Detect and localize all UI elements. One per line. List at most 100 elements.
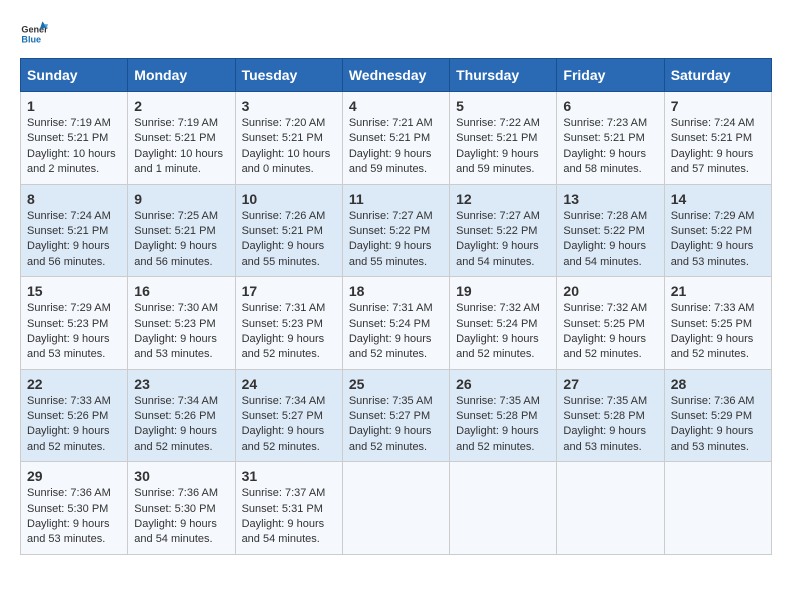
day-cell xyxy=(664,462,771,555)
day-info: Daylight: 9 hours xyxy=(242,239,336,254)
day-number: 30 xyxy=(134,468,228,484)
week-row-4: 22Sunrise: 7:33 AMSunset: 5:26 PMDayligh… xyxy=(21,369,772,462)
day-number: 12 xyxy=(456,191,550,207)
day-info: Sunrise: 7:29 AM xyxy=(671,209,765,224)
day-cell: 28Sunrise: 7:36 AMSunset: 5:29 PMDayligh… xyxy=(664,369,771,462)
day-number: 13 xyxy=(563,191,657,207)
day-number: 21 xyxy=(671,283,765,299)
day-info: Sunset: 5:21 PM xyxy=(349,131,443,146)
day-info: and 52 minutes. xyxy=(563,347,657,362)
day-info: Sunrise: 7:34 AM xyxy=(134,394,228,409)
day-cell: 6Sunrise: 7:23 AMSunset: 5:21 PMDaylight… xyxy=(557,92,664,185)
day-info: and 54 minutes. xyxy=(134,532,228,547)
day-info: and 52 minutes. xyxy=(349,440,443,455)
day-cell: 12Sunrise: 7:27 AMSunset: 5:22 PMDayligh… xyxy=(450,184,557,277)
day-cell: 21Sunrise: 7:33 AMSunset: 5:25 PMDayligh… xyxy=(664,277,771,370)
day-info: Sunrise: 7:30 AM xyxy=(134,301,228,316)
day-info: and 52 minutes. xyxy=(456,347,550,362)
day-info: Sunset: 5:21 PM xyxy=(563,131,657,146)
day-info: Daylight: 9 hours xyxy=(456,147,550,162)
day-info: Daylight: 9 hours xyxy=(134,424,228,439)
day-cell xyxy=(450,462,557,555)
day-info: and 52 minutes. xyxy=(349,347,443,362)
day-info: Sunset: 5:27 PM xyxy=(349,409,443,424)
header: General Blue xyxy=(20,20,772,48)
day-info: Sunrise: 7:28 AM xyxy=(563,209,657,224)
day-info: Daylight: 9 hours xyxy=(671,239,765,254)
day-info: Daylight: 9 hours xyxy=(671,147,765,162)
day-info: Sunrise: 7:27 AM xyxy=(349,209,443,224)
day-number: 5 xyxy=(456,98,550,114)
day-cell: 17Sunrise: 7:31 AMSunset: 5:23 PMDayligh… xyxy=(235,277,342,370)
day-info: Daylight: 9 hours xyxy=(563,239,657,254)
day-cell: 30Sunrise: 7:36 AMSunset: 5:30 PMDayligh… xyxy=(128,462,235,555)
day-number: 24 xyxy=(242,376,336,392)
day-info: and 0 minutes. xyxy=(242,162,336,177)
day-info: Sunrise: 7:36 AM xyxy=(134,486,228,501)
week-row-5: 29Sunrise: 7:36 AMSunset: 5:30 PMDayligh… xyxy=(21,462,772,555)
day-cell: 14Sunrise: 7:29 AMSunset: 5:22 PMDayligh… xyxy=(664,184,771,277)
day-info: Sunset: 5:21 PM xyxy=(242,131,336,146)
day-info: Sunrise: 7:22 AM xyxy=(456,116,550,131)
day-number: 18 xyxy=(349,283,443,299)
day-info: Sunrise: 7:33 AM xyxy=(671,301,765,316)
day-info: Daylight: 10 hours xyxy=(134,147,228,162)
day-info: Sunset: 5:21 PM xyxy=(27,131,121,146)
day-info: Sunrise: 7:19 AM xyxy=(27,116,121,131)
day-info: Daylight: 9 hours xyxy=(671,424,765,439)
day-info: Sunset: 5:25 PM xyxy=(671,317,765,332)
header-cell-thursday: Thursday xyxy=(450,59,557,92)
day-number: 20 xyxy=(563,283,657,299)
day-info: Sunrise: 7:34 AM xyxy=(242,394,336,409)
day-number: 9 xyxy=(134,191,228,207)
day-info: Sunrise: 7:25 AM xyxy=(134,209,228,224)
day-info: Sunset: 5:28 PM xyxy=(563,409,657,424)
day-info: Daylight: 9 hours xyxy=(27,239,121,254)
day-info: Sunrise: 7:27 AM xyxy=(456,209,550,224)
day-info: and 54 minutes. xyxy=(456,255,550,270)
header-cell-friday: Friday xyxy=(557,59,664,92)
day-info: Sunset: 5:24 PM xyxy=(456,317,550,332)
day-info: Sunset: 5:22 PM xyxy=(349,224,443,239)
day-number: 3 xyxy=(242,98,336,114)
day-info: Sunset: 5:21 PM xyxy=(456,131,550,146)
day-cell: 25Sunrise: 7:35 AMSunset: 5:27 PMDayligh… xyxy=(342,369,449,462)
day-cell: 20Sunrise: 7:32 AMSunset: 5:25 PMDayligh… xyxy=(557,277,664,370)
day-info: and 58 minutes. xyxy=(563,162,657,177)
day-number: 28 xyxy=(671,376,765,392)
day-info: and 55 minutes. xyxy=(349,255,443,270)
day-info: and 53 minutes. xyxy=(671,255,765,270)
day-cell xyxy=(557,462,664,555)
day-info: Sunset: 5:22 PM xyxy=(671,224,765,239)
day-cell: 16Sunrise: 7:30 AMSunset: 5:23 PMDayligh… xyxy=(128,277,235,370)
header-cell-monday: Monday xyxy=(128,59,235,92)
day-info: and 54 minutes. xyxy=(563,255,657,270)
day-cell: 7Sunrise: 7:24 AMSunset: 5:21 PMDaylight… xyxy=(664,92,771,185)
logo: General Blue xyxy=(20,20,48,48)
day-cell: 22Sunrise: 7:33 AMSunset: 5:26 PMDayligh… xyxy=(21,369,128,462)
day-info: Sunrise: 7:23 AM xyxy=(563,116,657,131)
page-container: General Blue SundayMondayTuesdayWednesda… xyxy=(20,20,772,555)
day-info: Daylight: 9 hours xyxy=(242,517,336,532)
day-info: and 59 minutes. xyxy=(456,162,550,177)
day-info: Sunrise: 7:36 AM xyxy=(27,486,121,501)
day-info: and 56 minutes. xyxy=(134,255,228,270)
day-info: and 54 minutes. xyxy=(242,532,336,547)
day-number: 11 xyxy=(349,191,443,207)
day-info: Sunset: 5:26 PM xyxy=(27,409,121,424)
day-number: 19 xyxy=(456,283,550,299)
day-cell: 11Sunrise: 7:27 AMSunset: 5:22 PMDayligh… xyxy=(342,184,449,277)
day-info: and 2 minutes. xyxy=(27,162,121,177)
day-cell: 27Sunrise: 7:35 AMSunset: 5:28 PMDayligh… xyxy=(557,369,664,462)
day-cell: 24Sunrise: 7:34 AMSunset: 5:27 PMDayligh… xyxy=(235,369,342,462)
day-info: Daylight: 9 hours xyxy=(134,239,228,254)
day-cell: 9 Sunrise: 7:25 AMSunset: 5:21 PMDaylight… xyxy=(128,184,235,277)
day-info: Daylight: 10 hours xyxy=(242,147,336,162)
day-info: Sunset: 5:23 PM xyxy=(27,317,121,332)
day-cell xyxy=(342,462,449,555)
day-info: Sunrise: 7:20 AM xyxy=(242,116,336,131)
day-info: Daylight: 9 hours xyxy=(563,332,657,347)
day-cell: 18Sunrise: 7:31 AMSunset: 5:24 PMDayligh… xyxy=(342,277,449,370)
day-info: Sunset: 5:21 PM xyxy=(134,224,228,239)
day-info: Daylight: 9 hours xyxy=(134,332,228,347)
